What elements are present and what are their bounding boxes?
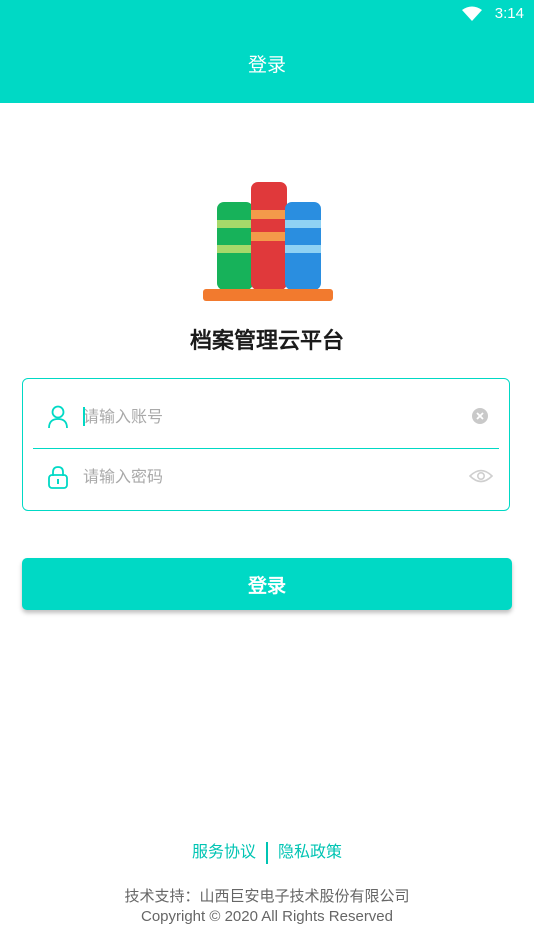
password-input[interactable] <box>83 459 453 493</box>
eye-icon[interactable] <box>469 467 493 485</box>
service-agreement-link[interactable]: 服务协议 <box>192 842 256 861</box>
user-icon <box>48 405 68 429</box>
link-divider <box>266 841 268 864</box>
books-logo <box>203 182 333 301</box>
clear-icon[interactable] <box>471 407 489 425</box>
page-title: 登录 <box>247 54 286 76</box>
username-row <box>33 385 499 449</box>
privacy-policy-link[interactable]: 隐私政策 <box>278 842 342 861</box>
username-input[interactable] <box>83 399 453 433</box>
login-button[interactable]: 登录 <box>22 558 512 610</box>
policy-links: 服务协议 隐私政策 <box>0 838 534 864</box>
app-bar: 登录 <box>0 28 534 103</box>
tech-support-text: 技术支持：山西巨安电子技术股份有限公司 <box>124 887 410 905</box>
app-name: 档案管理云平台 <box>189 329 344 354</box>
login-form <box>22 378 510 511</box>
lock-icon <box>48 466 68 489</box>
status-bar: 3:14 <box>0 0 534 28</box>
password-row <box>33 445 499 508</box>
copyright-text: Copyright © 2020 All Rights Reserved <box>140 908 393 925</box>
status-time: 3:14 <box>494 5 524 22</box>
text-caret <box>83 407 85 426</box>
wifi-icon <box>462 6 482 21</box>
